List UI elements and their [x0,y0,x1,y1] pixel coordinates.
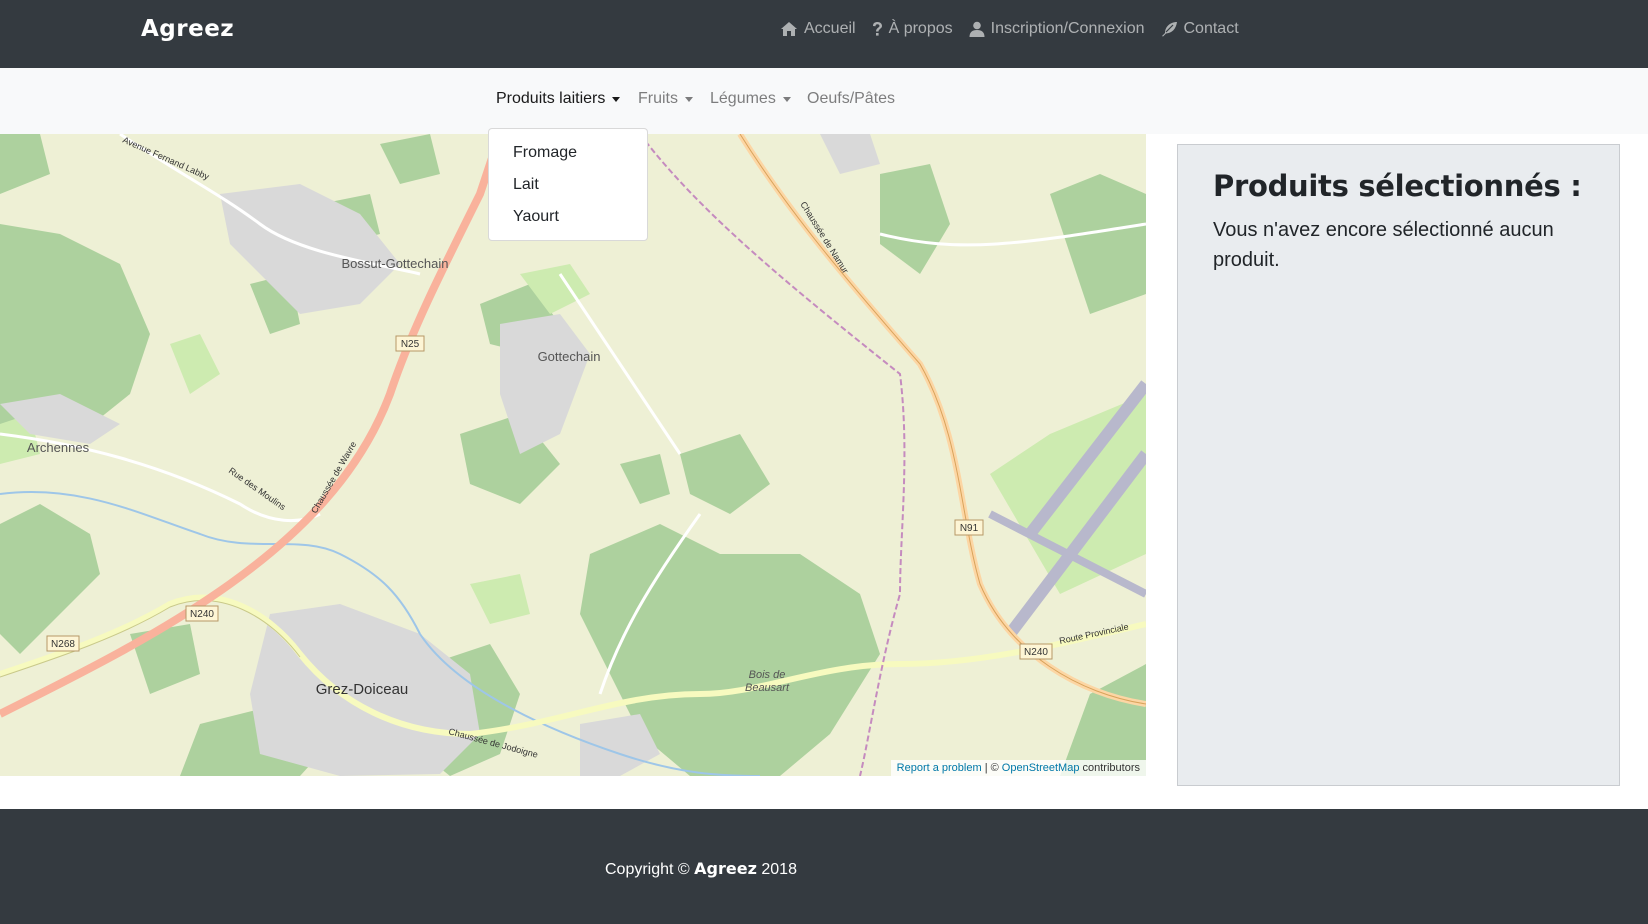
map-label-place: Grez-Doiceau [316,681,409,698]
top-nav-links: Accueil À propos Inscription/Connexion C… [780,20,1255,38]
attribution-suffix: contributors [1082,762,1140,774]
dropdown-item-fromage[interactable]: Fromage [489,137,647,169]
user-icon [969,21,985,37]
produits-laitiers-dropdown: Fromage Lait Yaourt [488,128,648,241]
category-produits-laitiers-label: Produits laitiers [496,90,606,107]
map-label-forest: Beausart [745,682,790,694]
nav-contact[interactable]: Contact [1161,20,1239,38]
caret-down-icon [782,96,791,102]
map-label-forest: Bois de [749,669,786,681]
nav-contact-label: Contact [1183,20,1239,37]
nav-a-propos[interactable]: À propos [872,20,953,38]
nav-inscription-label: Inscription/Connexion [990,20,1145,37]
map-label-place: Archennes [27,440,90,455]
category-oeufs-pates-label: Oeufs/Pâtes [807,90,896,107]
map-label-place: Gottechain [538,349,601,364]
road-shield: N91 [960,523,979,534]
copyright-prefix: Copyright © [605,861,690,878]
road-shield: N268 [51,639,75,650]
top-navbar: Agreez Accueil À propos Inscription/Conn… [0,0,1648,68]
home-icon [781,22,797,36]
copyright-year: 2018 [761,861,797,878]
road-shield: N240 [1024,647,1048,658]
road-shield: N25 [401,339,420,350]
category-navbar: Produits laitiers Fruits Légumes Oeufs/P… [0,68,1648,134]
nav-accueil[interactable]: Accueil [780,20,856,38]
caret-down-icon [685,96,693,102]
category-legumes-label: Légumes [710,90,776,107]
road-shield: N240 [190,609,214,620]
map-label-place: Bossut-Gottechain [342,256,449,271]
footer: Copyright © Agreez 2018 [0,809,1648,924]
nav-accueil-label: Accueil [804,20,856,37]
panel-title: Produits sélectionnés : [1213,169,1582,203]
selected-products-panel: Produits sélectionnés : Vous n'avez enco… [1177,144,1620,786]
category-legumes[interactable]: Légumes [710,90,791,108]
category-fruits[interactable]: Fruits [638,90,693,108]
nav-inscription[interactable]: Inscription/Connexion [969,20,1145,38]
nav-a-propos-label: À propos [888,20,953,37]
dropdown-item-yaourt[interactable]: Yaourt [489,201,647,233]
question-icon [872,22,882,36]
map-attribution: Report a problem | © OpenStreetMap contr… [890,760,1146,776]
report-problem-link[interactable]: Report a problem [897,762,982,774]
feather-icon [1161,22,1177,37]
dropdown-item-lait[interactable]: Lait [489,169,647,201]
category-fruits-label: Fruits [638,90,678,107]
copyright-text: Copyright © Agreez 2018 [605,859,797,879]
openstreetmap-link[interactable]: OpenStreetMap [1002,762,1080,774]
category-oeufs-pates[interactable]: Oeufs/Pâtes [807,90,895,108]
brand-logo[interactable]: Agreez [141,16,234,42]
attribution-separator: | © [984,762,999,774]
panel-empty-message: Vous n'avez encore sélectionné aucun pro… [1213,219,1554,271]
footer-brand: Agreez [694,859,757,878]
category-produits-laitiers[interactable]: Produits laitiers [496,90,621,108]
caret-down-icon [612,96,621,102]
